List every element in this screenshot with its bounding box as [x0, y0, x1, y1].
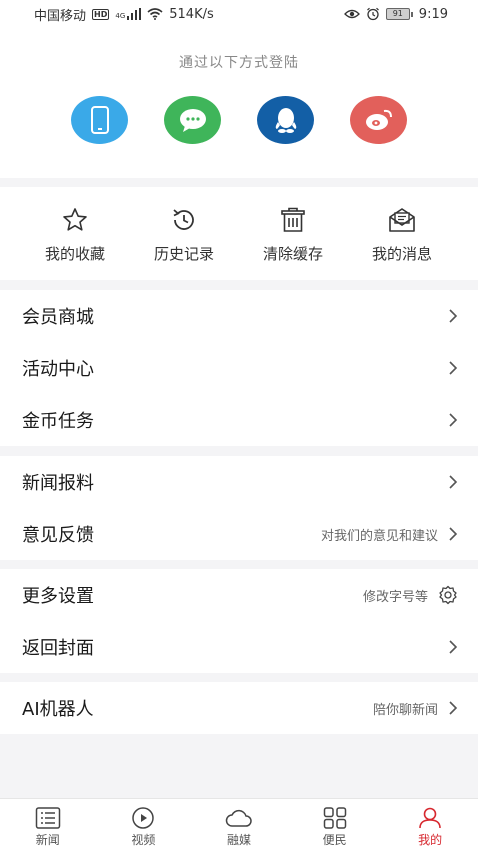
login-phone-button[interactable]: [71, 96, 128, 144]
trash-icon: [281, 207, 305, 232]
status-bar: 中国移动 HD 4G 514K/s 91 9:19: [0, 0, 478, 28]
nav-label: 新闻: [35, 833, 60, 847]
nav-services[interactable]: 便民: [287, 799, 383, 850]
login-qq-button[interactable]: [257, 96, 314, 144]
grid-icon: [323, 807, 346, 829]
quick-clear-cache-label: 清除缓存: [262, 245, 323, 263]
alarm-icon: [366, 7, 380, 21]
battery-icon: 91: [385, 8, 413, 20]
nav-label: 视频: [131, 833, 156, 847]
user-icon: [419, 807, 441, 829]
row-title: 更多设置: [22, 586, 94, 607]
login-section: 通过以下方式登陆: [0, 28, 478, 178]
network-speed: 514K/s: [169, 6, 214, 22]
weibo-icon: [365, 109, 392, 130]
cloud-icon: [225, 809, 252, 827]
quick-messages[interactable]: 我的消息: [352, 205, 452, 264]
quick-favorites-label: 我的收藏: [44, 245, 105, 263]
nav-label: 便民: [322, 833, 347, 847]
star-icon: [63, 208, 87, 231]
menu-row-news-tips[interactable]: 新闻报料: [0, 456, 478, 508]
menu-row-back-to-cover[interactable]: 返回封面: [0, 621, 478, 673]
row-hint: 陪你聊新闻: [372, 702, 438, 718]
quick-actions: 我的收藏 历史记录 清除缓存 我的消息: [0, 187, 478, 280]
phone-icon: [90, 106, 109, 134]
wifi-icon: [147, 8, 163, 20]
hd-badge: HD: [92, 8, 110, 20]
video-icon: [132, 807, 155, 829]
row-title: 会员商城: [22, 307, 94, 328]
row-title: 金币任务: [22, 411, 94, 432]
nav-label: 我的: [418, 833, 443, 847]
carrier-text: 中国移动: [34, 8, 87, 24]
quick-history-label: 历史记录: [153, 245, 214, 263]
history-icon: [173, 209, 194, 230]
quick-clear-cache[interactable]: 清除缓存: [243, 205, 343, 264]
status-left: 中国移动 HD 4G 514K/s: [34, 5, 214, 24]
menu-row-ai-robot[interactable]: AI机器人 陪你聊新闻: [0, 682, 478, 734]
bottom-nav: 新闻 视频 融媒 便民 我的: [0, 798, 478, 850]
wechat-icon: [179, 109, 206, 132]
chevron-right-icon: [449, 413, 458, 427]
quick-messages-label: 我的消息: [371, 245, 432, 263]
chevron-right-icon: [449, 527, 458, 541]
nav-media[interactable]: 融媒: [191, 799, 287, 850]
menu-group-3: 更多设置 修改字号等 返回封面: [0, 569, 478, 673]
signal-icon: [127, 8, 142, 20]
login-title: 通过以下方式登陆: [179, 55, 299, 71]
quick-history[interactable]: 历史记录: [134, 205, 234, 264]
chevron-right-icon: [449, 309, 458, 323]
chevron-right-icon: [449, 475, 458, 489]
menu-row-activity-center[interactable]: 活动中心: [0, 342, 478, 394]
row-hint: 对我们的意见和建议: [320, 528, 438, 544]
row-title: 返回封面: [22, 638, 94, 659]
row-hint: 修改字号等: [362, 589, 428, 605]
chevron-right-icon: [449, 701, 458, 715]
row-title: AI机器人: [22, 699, 94, 720]
status-right: 91 9:19: [343, 6, 448, 22]
nav-label: 融媒: [226, 833, 251, 847]
network-generation: 4G: [115, 11, 126, 20]
row-title: 活动中心: [22, 359, 94, 380]
row-title: 新闻报料: [22, 473, 94, 494]
chevron-right-icon: [449, 361, 458, 375]
eye-comfort-icon: [343, 8, 360, 20]
menu-row-more-settings[interactable]: 更多设置 修改字号等: [0, 569, 478, 621]
nav-video[interactable]: 视频: [96, 799, 192, 850]
menu-row-coin-tasks[interactable]: 金币任务: [0, 394, 478, 446]
menu-row-member-mall[interactable]: 会员商城: [0, 290, 478, 342]
menu-group-4: AI机器人 陪你聊新闻: [0, 682, 478, 734]
gear-icon: [439, 585, 457, 605]
login-wechat-button[interactable]: [164, 96, 221, 144]
chevron-right-icon: [449, 640, 458, 654]
battery-level: 91: [385, 8, 410, 20]
news-icon: [35, 807, 61, 829]
menu-group-1: 会员商城 活动中心 金币任务: [0, 290, 478, 446]
battery-tip: [410, 11, 413, 17]
login-weibo-button[interactable]: [350, 96, 407, 144]
quick-favorites[interactable]: 我的收藏: [25, 205, 125, 264]
mail-icon: [389, 208, 415, 232]
nav-news[interactable]: 新闻: [0, 799, 96, 850]
row-title: 意见反馈: [22, 525, 94, 546]
menu-group-2: 新闻报料 意见反馈 对我们的意见和建议: [0, 456, 478, 560]
nav-mine[interactable]: 我的: [382, 799, 478, 850]
menu-row-feedback[interactable]: 意见反馈 对我们的意见和建议: [0, 508, 478, 560]
qq-icon: [275, 108, 296, 133]
clock-time: 9:19: [418, 6, 448, 22]
